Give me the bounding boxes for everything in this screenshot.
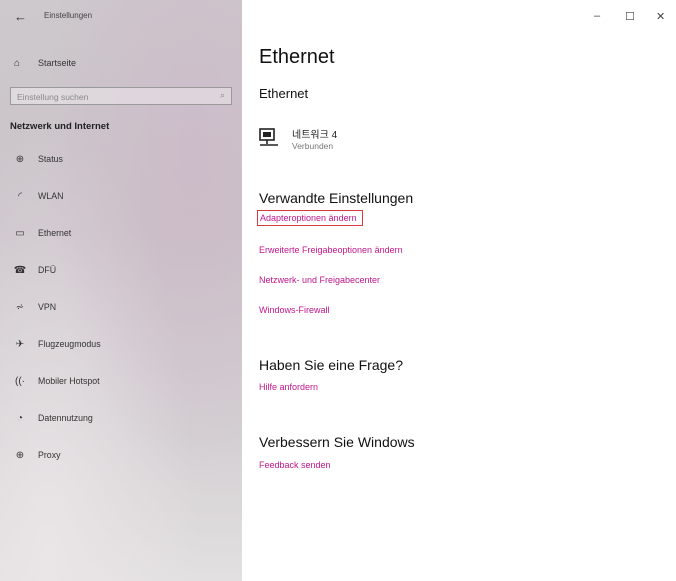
sidebar-item-label: Ethernet: [38, 228, 72, 238]
windows-firewall-link[interactable]: Windows-Firewall: [259, 305, 330, 315]
home-label: Startseite: [38, 58, 77, 68]
hotspot-icon: ((·: [15, 375, 25, 387]
feedback-link[interactable]: Feedback senden: [259, 460, 331, 470]
sidebar-item-ethernet[interactable]: ▭ Ethernet: [0, 222, 242, 244]
section-subtitle: Ethernet: [259, 86, 309, 101]
sidebar-item-label: Flugzeugmodus: [38, 339, 101, 349]
vpn-icon: ⩫: [15, 301, 25, 313]
sidebar-item-status[interactable]: ⊕ Status: [0, 148, 242, 170]
app-title: Einstellungen: [44, 11, 93, 20]
sidebar-item-label: DFÜ: [38, 265, 57, 275]
page-title: Ethernet: [259, 46, 335, 68]
globe-icon: ⊕: [15, 153, 25, 165]
network-computer-icon: [259, 128, 278, 146]
ethernet-icon: ▭: [15, 227, 25, 239]
globe-icon: ⊕: [15, 449, 25, 461]
search-icon[interactable]: ⌕: [220, 90, 225, 101]
sidebar-item-vpn[interactable]: ⩫ VPN: [0, 296, 242, 318]
data-usage-icon: ◔: [16, 412, 24, 424]
network-sharing-center-link[interactable]: Netzwerk- und Freigabecenter: [259, 275, 380, 285]
sidebar-item-label: Status: [38, 154, 63, 164]
home-icon: ⌂: [14, 57, 21, 69]
section-title: Netzwerk und Internet: [10, 121, 110, 132]
sidebar-item-label: WLAN: [38, 191, 64, 201]
sidebar-item-proxy[interactable]: ⊕ Proxy: [0, 444, 242, 466]
wifi-icon: ◜: [18, 190, 22, 202]
network-status: Verbunden: [292, 141, 334, 151]
search-box[interactable]: ⌕: [10, 87, 232, 106]
sidebar-item-dfu[interactable]: ☎ DFÜ: [0, 259, 242, 281]
sidebar-item-data-usage[interactable]: ◔ Datennutzung: [0, 407, 242, 429]
related-settings-heading: Verwandte Einstellungen: [259, 190, 414, 206]
sidebar-item-airplane-mode[interactable]: ✈ Flugzeugmodus: [0, 333, 242, 355]
sidebar-item-wlan[interactable]: ◜ WLAN: [0, 185, 242, 207]
back-arrow-icon[interactable]: ←: [14, 9, 27, 24]
sidebar-home[interactable]: ⌂ Startseite: [14, 55, 76, 71]
title-bar: ← Einstellungen: [0, 0, 242, 34]
search-input[interactable]: [11, 88, 214, 106]
question-heading: Haben Sie eine Frage?: [259, 357, 403, 373]
sidebar-item-label: Datennutzung: [38, 413, 93, 423]
phone-icon: ☎: [13, 264, 27, 276]
network-name[interactable]: 네트워크 4: [292, 126, 337, 141]
sidebar-item-label: VPN: [38, 302, 57, 312]
sidebar-item-mobile-hotspot[interactable]: ((· Mobiler Hotspot: [0, 370, 242, 392]
improve-windows-heading: Verbessern Sie Windows: [259, 434, 415, 450]
sidebar-item-label: Proxy: [38, 450, 61, 460]
airplane-icon: ✈: [15, 338, 25, 350]
adapter-options-link[interactable]: Adapteroptionen ändern: [257, 210, 363, 226]
get-help-link[interactable]: Hilfe anfordern: [259, 382, 318, 392]
advanced-sharing-link[interactable]: Erweiterte Freigabeoptionen ändern: [259, 245, 403, 255]
sidebar-item-label: Mobiler Hotspot: [38, 376, 100, 386]
main-content: Ethernet Ethernet 네트워크 4 Verbunden Verwa…: [242, 0, 676, 581]
sidebar: ← Einstellungen ⌂ Startseite ⌕ Netzwerk …: [0, 0, 242, 581]
